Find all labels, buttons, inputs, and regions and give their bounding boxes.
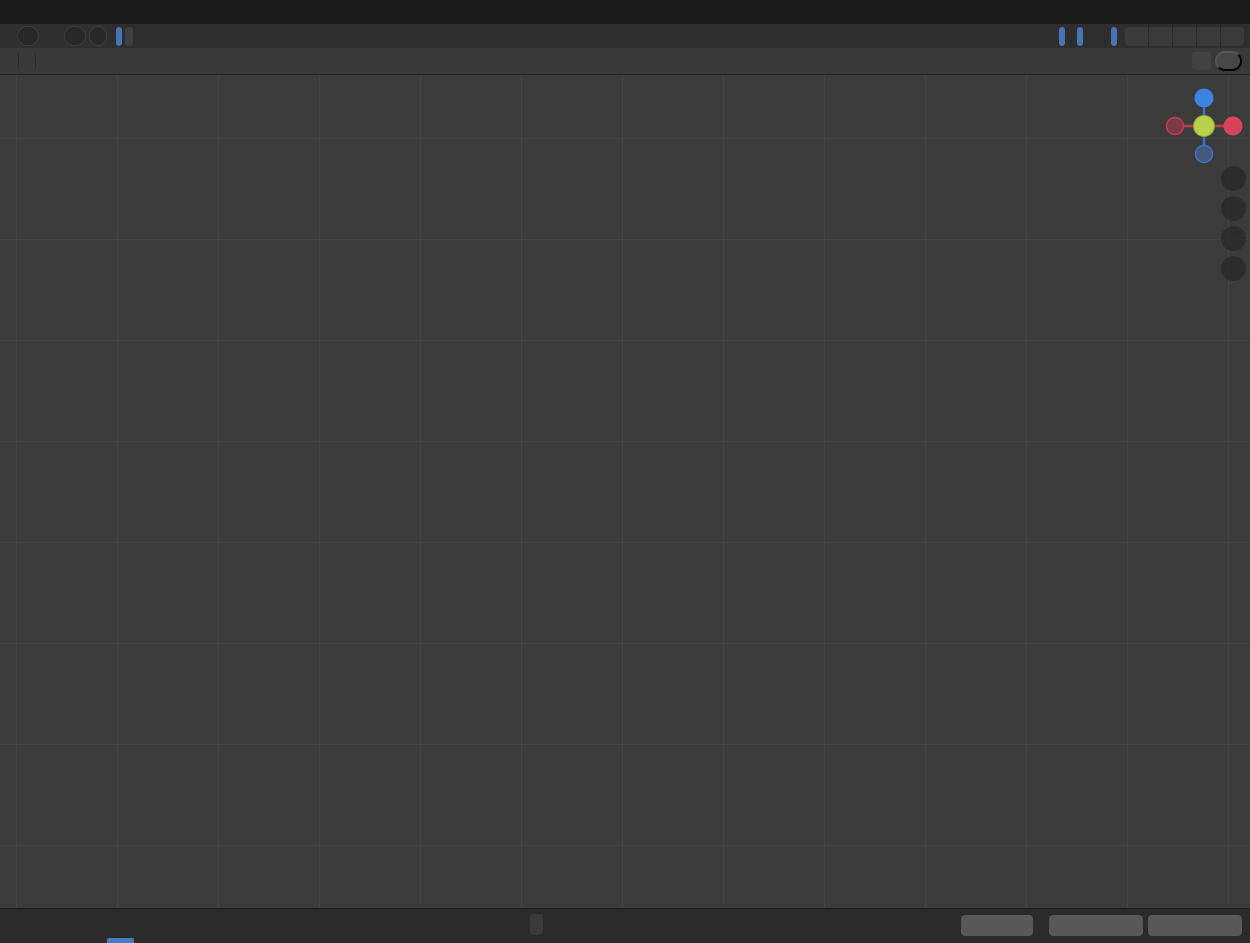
keying-menu[interactable] [46,912,64,934]
viewport-header-right [1048,27,1244,46]
overlays-toggle[interactable] [1077,27,1083,46]
pan-button[interactable] [1221,196,1246,221]
shading-solid-button[interactable] [1149,27,1172,46]
xray-toggle[interactable] [1111,27,1117,46]
gizmos-toggle[interactable] [1059,27,1065,46]
gizmo-y-axis[interactable] [1194,116,1215,137]
shading-wireframe-button[interactable] [1125,27,1148,46]
divider [18,53,19,69]
snap-toggle[interactable] [116,27,122,46]
frame-start-field[interactable] [1049,915,1143,936]
shading-popover-button[interactable] [1221,27,1244,46]
timeline-playhead[interactable] [107,938,134,943]
camera-view-button[interactable] [1221,226,1246,251]
options-dropdown[interactable] [1215,51,1242,71]
symmetry-cluster [1184,51,1242,71]
timeline-right [961,914,1242,936]
falloff-selector[interactable] [151,27,159,46]
zoom-button[interactable] [1221,166,1246,191]
workspace-tabs [40,0,1250,24]
playback-menu[interactable] [26,912,44,934]
timeline-editor-type-button[interactable] [6,912,24,934]
use-preview-range-button[interactable] [1038,914,1044,936]
gizmo-neg-z-axis[interactable] [1196,146,1213,163]
frame-end-field[interactable] [1148,915,1242,936]
navigation-gizmo[interactable] [1160,81,1248,169]
gizmo-z-axis[interactable] [1195,89,1214,108]
mode-selector[interactable] [17,26,39,46]
shading-material-preview-button[interactable] [1173,27,1196,46]
editor-type-button[interactable] [6,27,14,46]
snap-dashed-circle-button[interactable] [1192,52,1211,70]
current-frame-field[interactable] [961,915,1033,936]
viewport-canvas[interactable] [0,75,1250,908]
shading-mode-group [1125,27,1244,46]
gizmo-neg-x-axis[interactable] [1167,118,1184,135]
tool-settings-bar [0,48,1250,75]
snap-target-selector[interactable] [125,27,133,46]
edit-mode-overlays-button[interactable] [1095,27,1103,46]
orientation-selector[interactable] [64,26,86,46]
mesh-scene[interactable] [0,75,1250,908]
timeline-left [6,912,66,934]
timeline-center [530,914,551,935]
divider [35,53,36,69]
gizmo-x-axis[interactable] [1224,117,1243,136]
topbar [0,0,1250,24]
viewport-header [0,24,1250,48]
overlays-popover-button[interactable] [1086,27,1092,46]
timeline-bar [0,908,1250,943]
auto-keying-button[interactable] [530,914,543,935]
proportional-editing-toggle[interactable] [142,27,148,46]
toggle-ortho-button[interactable] [1221,256,1246,281]
gizmos-popover-button[interactable] [1068,27,1074,46]
shading-rendered-button[interactable] [1197,27,1220,46]
pivot-point-selector[interactable] [89,26,107,46]
visibility-popover-button[interactable] [1048,27,1056,46]
